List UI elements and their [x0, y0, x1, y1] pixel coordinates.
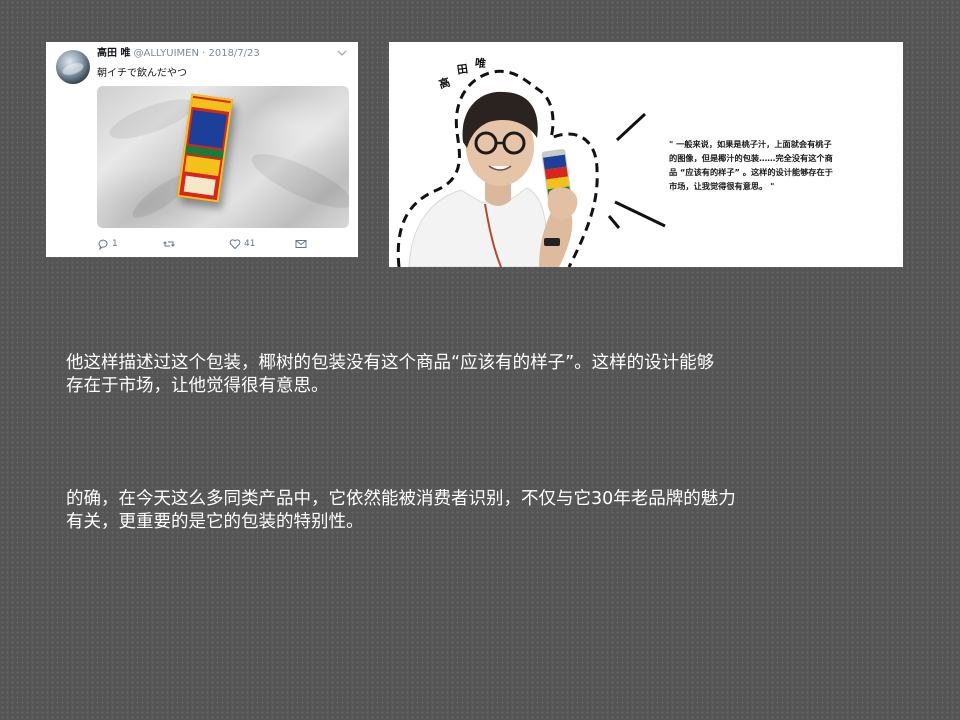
like-count: 41 — [244, 239, 256, 249]
paragraph-line: 有关，更重要的是它的包装的特别性。 — [66, 512, 364, 532]
quote-line: 品 “应该有的样子” 。这样的设计能够存在于 — [669, 167, 833, 177]
tweet-photo[interactable] — [97, 86, 349, 228]
name-char-2: 田 — [456, 62, 469, 77]
chevron-down-icon[interactable] — [336, 48, 348, 58]
tweet-card[interactable]: 高田 唯@ALLYUIMEN · 2018/7/23 朝イチで飲んだやつ 1 — [46, 42, 358, 257]
paragraph-line: 存在于市场，让他觉得很有意思。 — [66, 376, 329, 396]
tweet-text: 朝イチで飲んだやつ — [97, 68, 187, 79]
body-paragraph-1: 他这样描述过这个包装，椰树的包装没有这个商品“应该有的样子”。这样的设计能够 存… — [66, 352, 866, 398]
retweet-icon — [163, 241, 175, 247]
message-button[interactable] — [295, 238, 310, 250]
retweet-button[interactable] — [163, 238, 178, 250]
designer-quote-panel: 高 田 唯 " 一般来说，如果是桃子汁，上面就会有桃子 的图像，但是椰汁的包装…… — [389, 42, 903, 267]
name-char-3: 唯 — [474, 56, 487, 71]
designer-quote: " 一般来说，如果是桃子汁，上面就会有桃子 的图像，但是椰汁的包装……完全没有这… — [669, 137, 874, 193]
like-button[interactable]: 41 — [229, 238, 255, 250]
quote-line: " 一般来说，如果是桃子汁，上面就会有桃子 — [669, 139, 832, 149]
message-icon — [295, 240, 307, 248]
paragraph-line: 的确，在今天这么多同类产品中，它依然能被消费者识别，不仅与它30年老品牌的魅力 — [66, 489, 736, 509]
reply-count: 1 — [112, 239, 118, 249]
heart-icon — [229, 239, 241, 250]
avatar[interactable] — [56, 50, 90, 84]
tweet-header: 高田 唯 @ALLYUIMEN · 2018/7/23 — [97, 48, 260, 60]
quote-line: 的图像，但是椰汁的包装……完全没有这个商 — [669, 153, 833, 163]
body-paragraph-2: 的确，在今天这么多同类产品中，它依然能被消费者识别，不仅与它30年老品牌的魅力 … — [66, 488, 896, 534]
author-name[interactable]: 高田 唯 — [97, 48, 130, 59]
reply-icon — [98, 239, 108, 250]
quote-line: 市场，让我觉得很有意思。 " — [669, 181, 775, 191]
reply-button[interactable]: 1 — [97, 238, 118, 250]
paragraph-line: 他这样描述过这个包装，椰树的包装没有这个商品“应该有的样子”。这样的设计能够 — [66, 353, 715, 373]
handle-date: @ALLYUIMEN · 2018/7/23 — [133, 48, 260, 59]
